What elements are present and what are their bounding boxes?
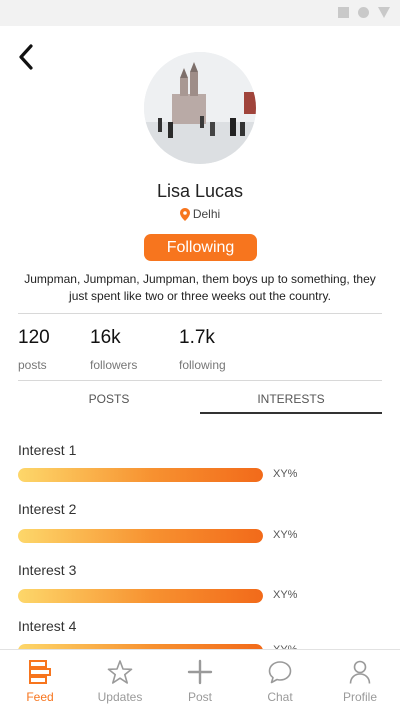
chat-bubble-icon (268, 661, 292, 684)
nav-feed[interactable]: Feed (0, 650, 80, 712)
status-icons (338, 7, 390, 18)
interest-label: Interest 1 (18, 442, 77, 458)
stat-followers[interactable]: 16k followers (90, 327, 137, 372)
nav-post[interactable]: Post (160, 650, 240, 712)
location-text: Delhi (192, 207, 221, 221)
nav-profile[interactable]: Profile (320, 650, 400, 712)
nav-label: Chat (267, 690, 293, 704)
interest-percent: XY% (273, 468, 298, 480)
location-pin-icon (179, 207, 190, 221)
interest-progress-bar (18, 589, 263, 603)
nav-label: Profile (342, 690, 377, 704)
person-icon (349, 660, 371, 684)
interest-label: Interest 4 (18, 618, 77, 634)
status-bar (0, 0, 400, 26)
divider (18, 380, 382, 381)
back-button[interactable] (14, 42, 40, 72)
progress-fill (18, 468, 263, 482)
chevron-left-icon (19, 44, 33, 70)
stat-label: following (179, 358, 226, 372)
following-button[interactable]: Following (144, 234, 257, 261)
interest-percent: XY% (273, 589, 298, 601)
location: Delhi (0, 207, 400, 221)
star-icon (107, 660, 133, 684)
divider (18, 313, 382, 314)
active-tab-indicator (200, 412, 382, 414)
stat-value: 16k (90, 327, 121, 348)
interest-progress-bar (18, 529, 263, 543)
square-icon (338, 7, 349, 18)
circle-icon (358, 7, 369, 18)
bottom-navigation: Feed Updates Post Chat Profile (0, 649, 400, 712)
triangle-icon (378, 7, 390, 18)
plus-icon (187, 659, 213, 685)
stat-label: posts (18, 358, 47, 372)
stat-label: followers (90, 358, 138, 372)
progress-fill (18, 529, 263, 543)
progress-fill (18, 589, 263, 603)
stat-posts[interactable]: 120 posts (18, 327, 50, 372)
stat-value: 120 (18, 327, 50, 348)
interest-percent: XY% (273, 529, 298, 541)
tab-interests[interactable]: INTERESTS (200, 384, 382, 414)
nav-label: Updates (97, 690, 143, 704)
feed-icon (29, 660, 51, 684)
stat-value: 1.7k (179, 327, 215, 348)
nav-updates[interactable]: Updates (80, 650, 160, 712)
nav-chat[interactable]: Chat (240, 650, 320, 712)
interest-label: Interest 2 (18, 501, 77, 517)
nav-label: Post (187, 690, 212, 704)
interest-label: Interest 3 (18, 562, 77, 578)
profile-name: Lisa Lucas (156, 181, 244, 201)
avatar (144, 52, 256, 164)
profile-bio: Jumpman, Jumpman, Jumpman, them boys up … (24, 272, 376, 303)
tab-posts[interactable]: POSTS (18, 384, 200, 414)
stat-following[interactable]: 1.7k following (179, 327, 226, 372)
nav-label: Feed (26, 690, 54, 704)
interest-progress-bar (18, 468, 263, 482)
